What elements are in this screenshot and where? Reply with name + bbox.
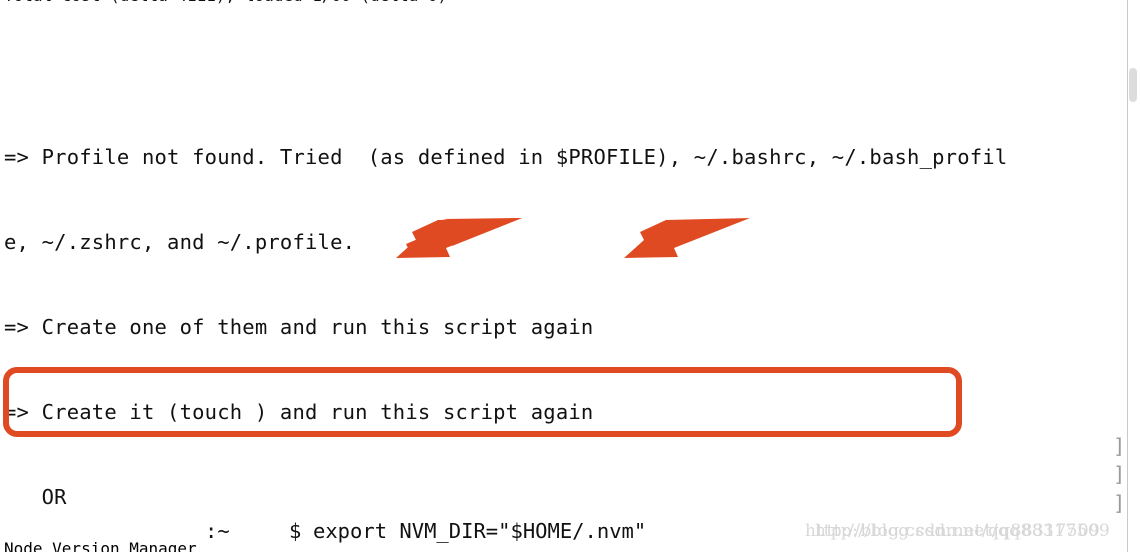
watermark-overlay: http://blog.csdn.net/qq88317509: [815, 521, 1111, 541]
terminal-line-2: => Create one of them and run this scrip…: [4, 314, 594, 339]
terminal-line-1: e, ~/.zshrc, and ~/.profile.: [4, 230, 356, 255]
terminal-line-3: => Create it (touch ) and run this scrip…: [4, 399, 594, 424]
screenshot-root: Total cost (delta 4111), loaded 1/00 (de…: [0, 0, 1140, 552]
scrollbar-thumb[interactable]: [1129, 68, 1137, 102]
edge-bracket-glyphs: ] ] ]: [1113, 434, 1126, 515]
terminal-line-0: => Profile not found. Tried (as defined …: [4, 145, 1008, 170]
